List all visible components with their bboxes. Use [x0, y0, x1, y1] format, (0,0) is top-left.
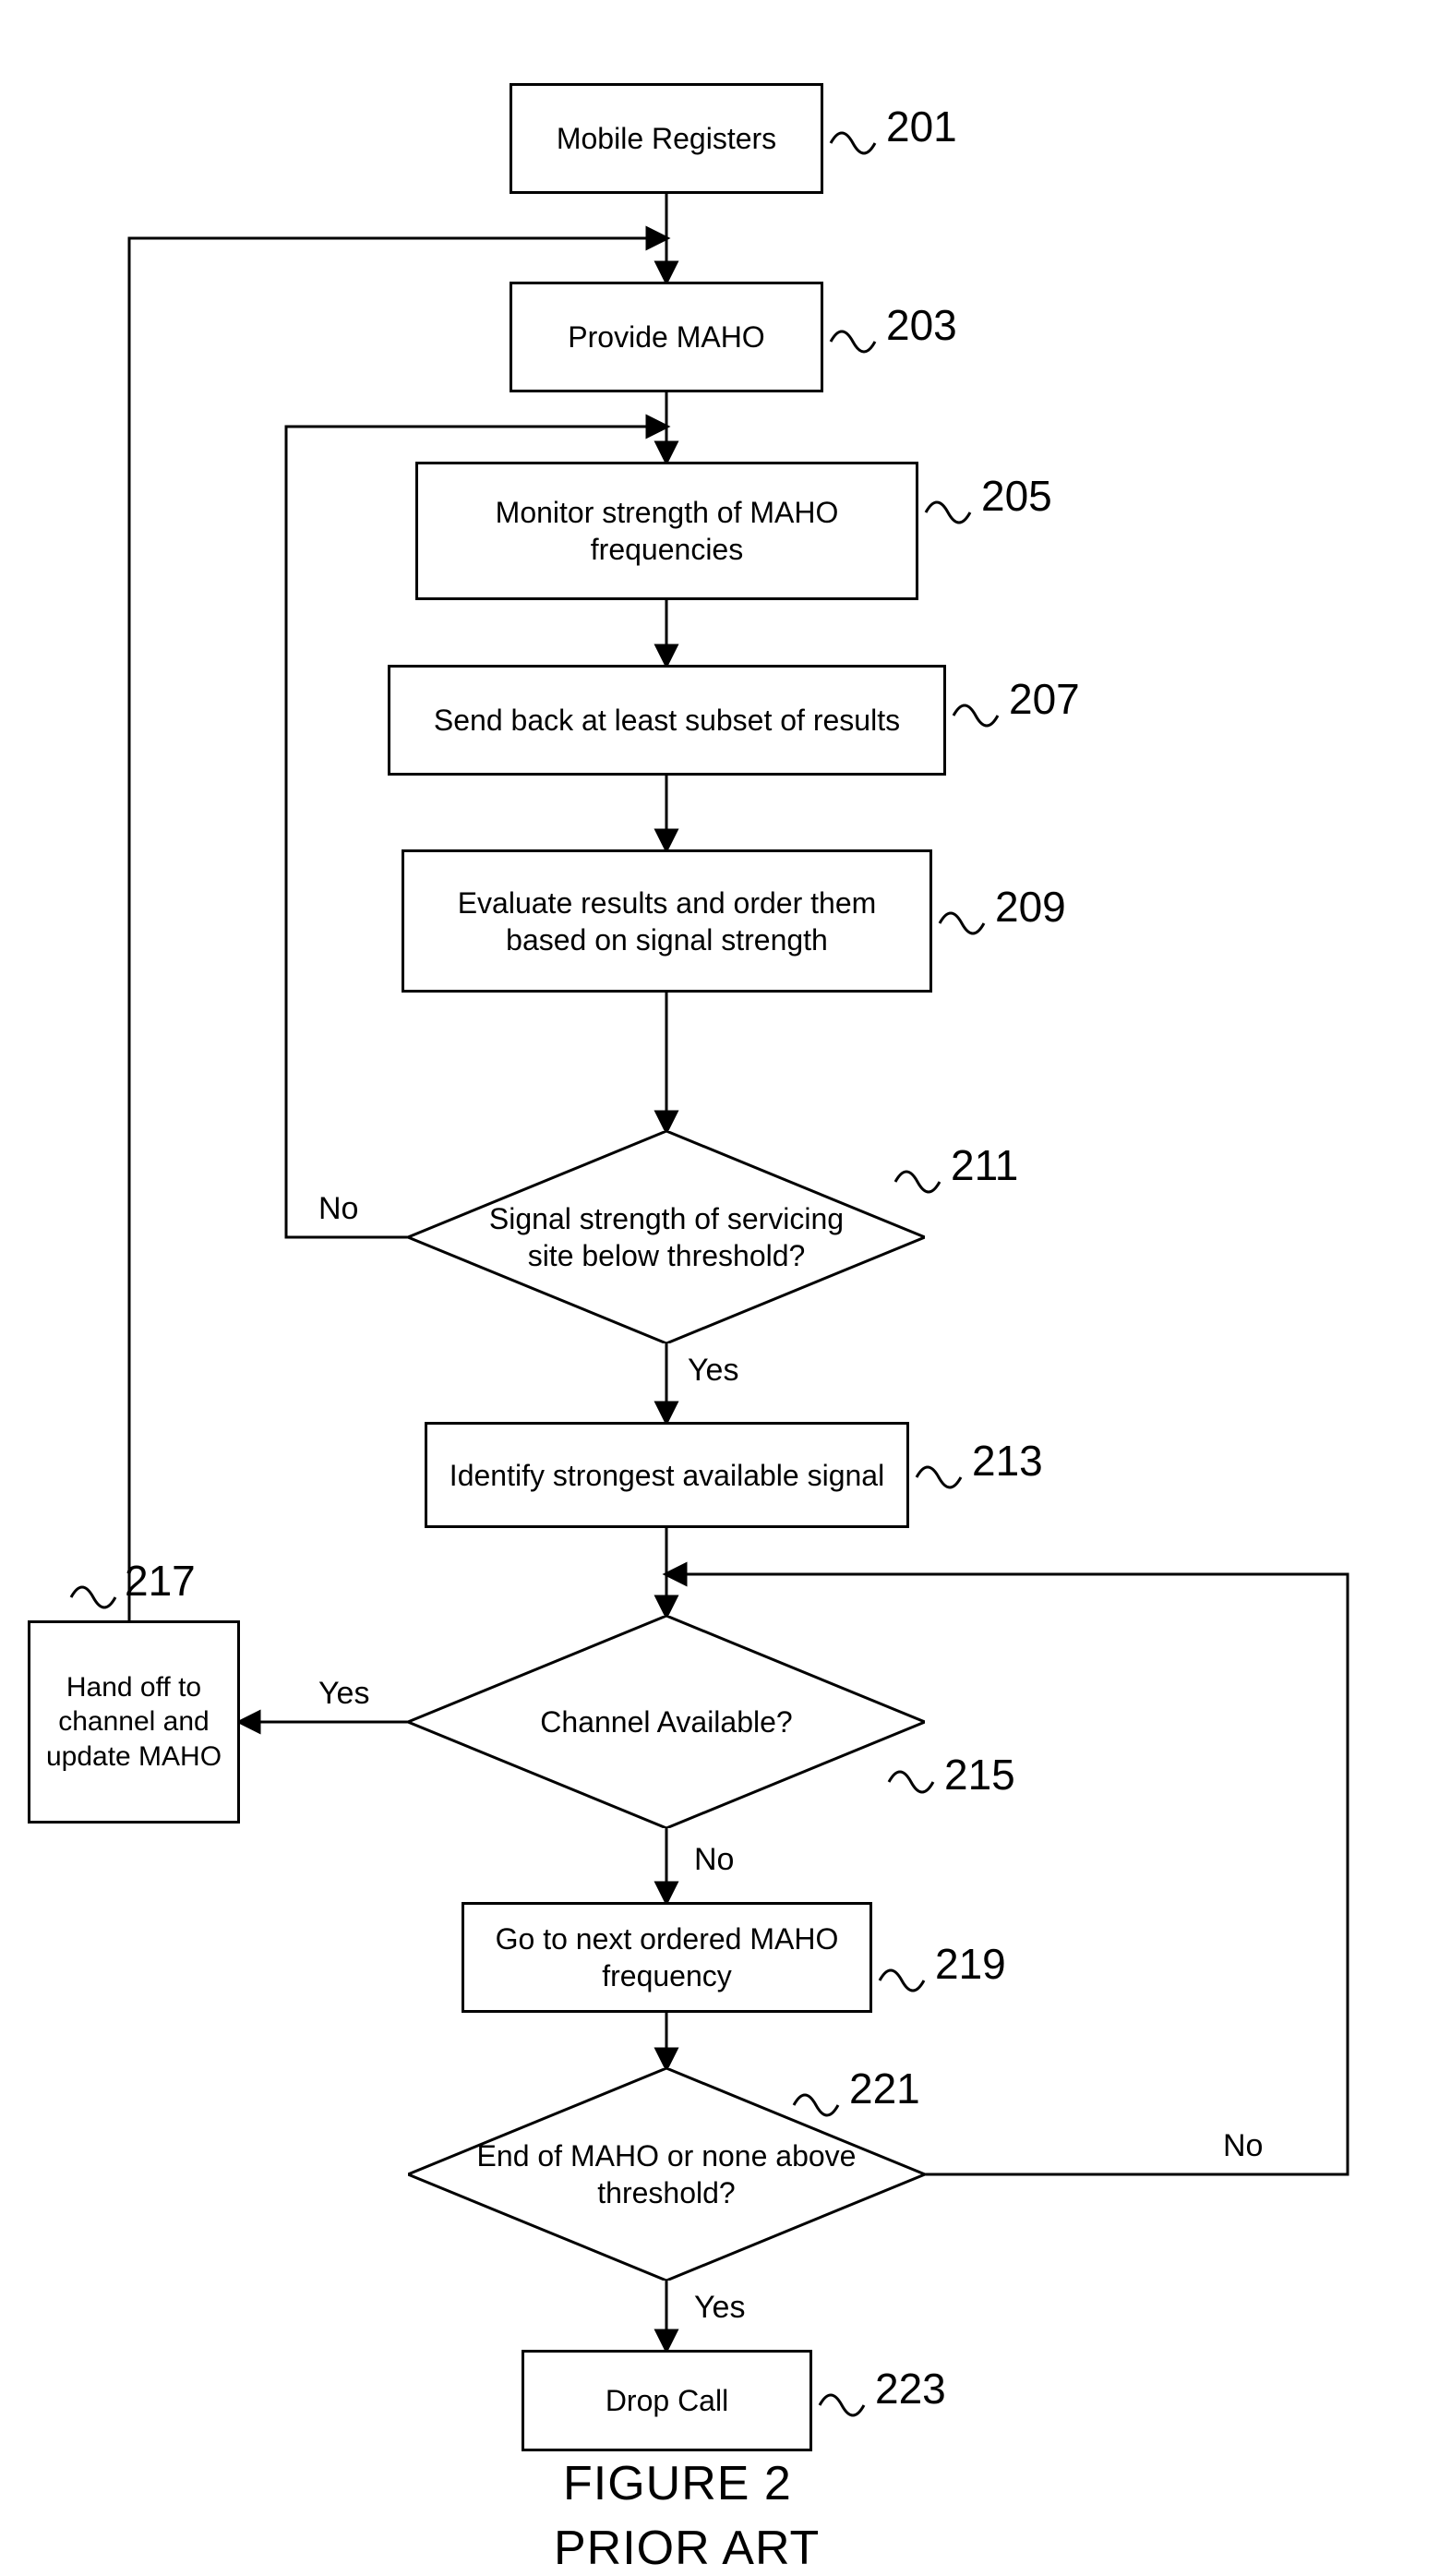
node-label: Go to next ordered MAHO frequency [477, 1920, 857, 1994]
ref-217: 217 [125, 1556, 196, 1606]
node-next-ordered-maho: Go to next ordered MAHO frequency [462, 1902, 872, 2013]
node-label: Hand off to channel and update MAHO [43, 1670, 224, 1775]
node-send-back-results: Send back at least subset of results [388, 665, 946, 776]
node-drop-call: Drop Call [522, 2350, 812, 2451]
node-label: Provide MAHO [568, 319, 764, 355]
node-label: Channel Available? [540, 1703, 792, 1740]
leader-squiggle [826, 120, 881, 166]
figure-subcaption: PRIOR ART [554, 2521, 820, 2576]
leader-squiggle [826, 319, 881, 365]
node-label: Signal strength of servicing site below … [463, 1200, 869, 1274]
ref-211: 211 [951, 1140, 1018, 1190]
node-identify-strongest-signal: Identify strongest available signal [425, 1422, 909, 1528]
edge-label-yes: Yes [688, 1353, 738, 1389]
edge-label-no: No [318, 1191, 358, 1227]
decision-end-of-maho: End of MAHO or none above threshold? [408, 2068, 925, 2281]
figure-caption: FIGURE 2 [563, 2456, 792, 2511]
decision-signal-strength-below-threshold: Signal strength of servicing site below … [408, 1131, 925, 1343]
edge-label-no: No [694, 1842, 734, 1878]
node-label: Monitor strength of MAHO frequencies [431, 494, 903, 568]
ref-215: 215 [944, 1750, 1015, 1800]
edge-label-yes: Yes [694, 2290, 745, 2326]
leader-squiggle [921, 489, 977, 536]
node-monitor-strength: Monitor strength of MAHO frequencies [415, 462, 918, 600]
ref-213: 213 [972, 1436, 1043, 1486]
decision-channel-available: Channel Available? [408, 1616, 925, 1828]
edge-label-no: No [1223, 2128, 1263, 2164]
ref-209: 209 [995, 882, 1066, 932]
node-label: Evaluate results and order them based on… [417, 885, 917, 958]
leader-squiggle [935, 900, 990, 946]
ref-205: 205 [981, 471, 1052, 521]
node-mobile-registers: Mobile Registers [510, 83, 823, 194]
leader-squiggle [884, 1759, 940, 1805]
ref-219: 219 [935, 1939, 1006, 1989]
ref-203: 203 [886, 300, 957, 350]
ref-207: 207 [1009, 674, 1080, 724]
leader-squiggle [949, 692, 1004, 739]
node-label: Send back at least subset of results [434, 702, 900, 739]
leader-squiggle [875, 1957, 930, 2004]
node-provide-maho: Provide MAHO [510, 282, 823, 392]
node-label: Mobile Registers [557, 120, 776, 157]
edge-label-yes: Yes [318, 1676, 369, 1712]
node-label: Identify strongest available signal [450, 1457, 884, 1494]
leader-squiggle [789, 2082, 845, 2128]
ref-201: 201 [886, 102, 957, 151]
leader-squiggle [912, 1454, 967, 1500]
ref-221: 221 [849, 2064, 920, 2113]
node-hand-off-update-maho: Hand off to channel and update MAHO [28, 1620, 240, 1824]
node-label: Drop Call [606, 2382, 728, 2419]
node-label: End of MAHO or none above threshold? [463, 2137, 869, 2211]
node-evaluate-results: Evaluate results and order them based on… [402, 849, 932, 993]
leader-squiggle [891, 1159, 946, 1205]
leader-squiggle [66, 1574, 122, 1620]
flowchart-canvas: Mobile Registers Provide MAHO Monitor st… [0, 0, 1451, 2546]
ref-223: 223 [875, 2364, 946, 2413]
leader-squiggle [815, 2382, 870, 2428]
